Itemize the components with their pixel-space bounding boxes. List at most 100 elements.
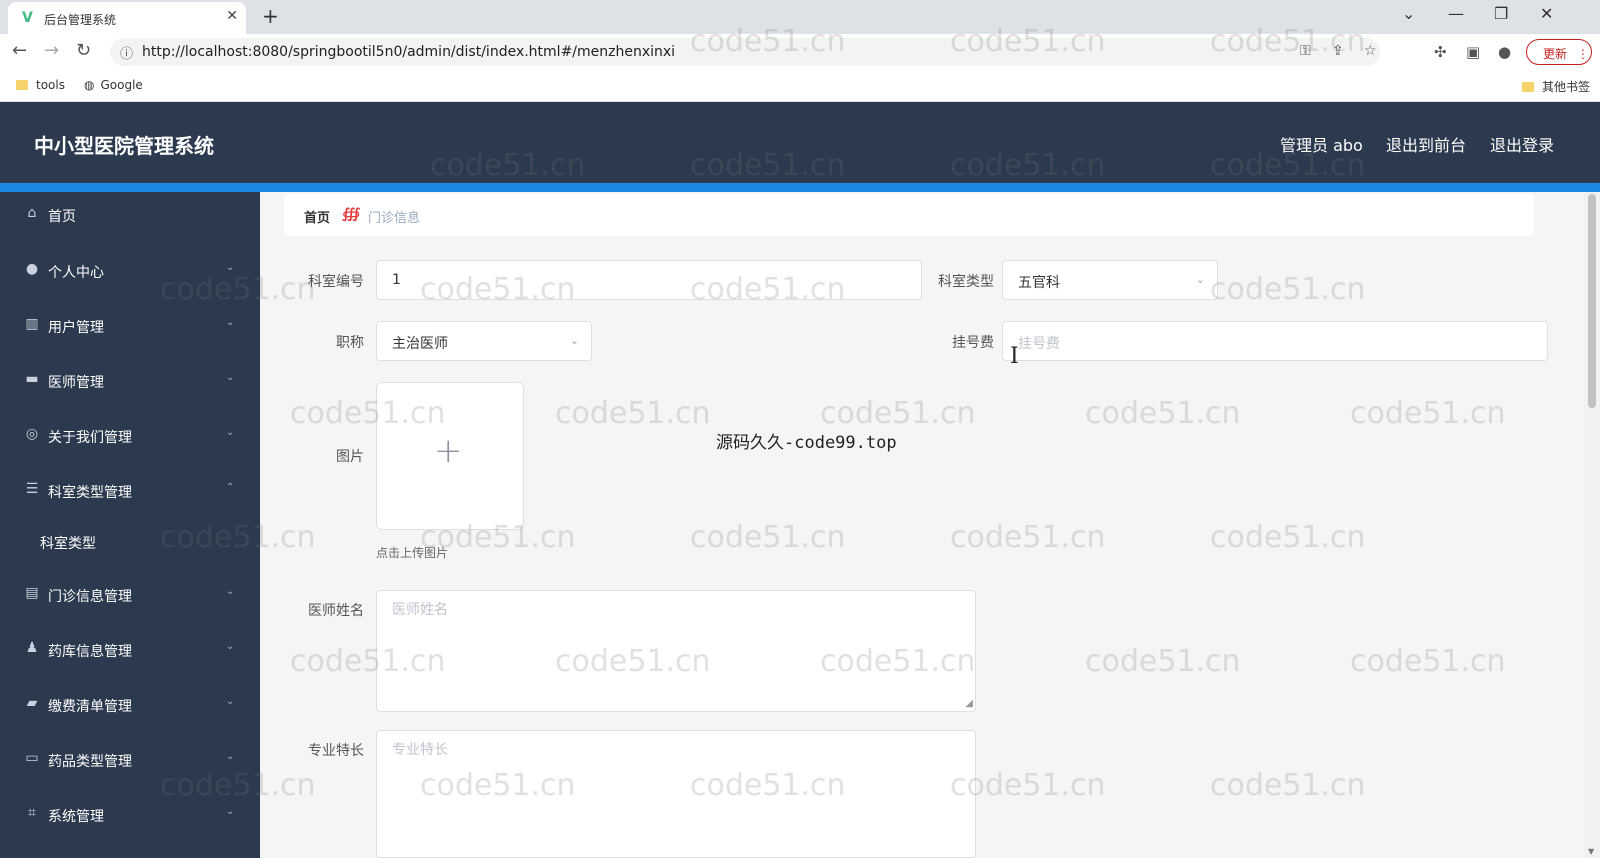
sidebar-item-dept-type-management[interactable]: ☰ 科室类型管理 ⌃	[0, 468, 260, 516]
chevron-down-icon: ⌄	[226, 751, 235, 762]
title-value: 主治医师	[392, 336, 448, 352]
other-bookmarks[interactable]: 其他书签	[1522, 78, 1590, 95]
monitor-icon: ▭	[25, 750, 39, 766]
minimize-icon[interactable]: —	[1448, 4, 1464, 23]
sidebar-item-about-us[interactable]: ◎ 关于我们管理 ⌄	[0, 413, 260, 461]
dept-type-select[interactable]: 五官科 ⌄	[1002, 260, 1218, 300]
chevron-down-icon: ⌄	[226, 696, 235, 707]
breadcrumb: 首页 ∰ 门诊信息	[284, 194, 1534, 236]
sidebar-item-label: 关于我们管理	[48, 430, 132, 446]
dept-no-label: 科室编号	[308, 274, 364, 290]
app-header: 中小型医院管理系统 管理员 abo 退出到前台 退出登录	[0, 102, 1600, 183]
sidebar-item-label: 首页	[48, 209, 76, 225]
doctor-name-textarea[interactable]: 医师姓名 ◢	[376, 590, 976, 712]
specialty-label: 专业特长	[308, 743, 364, 759]
image-upload-box[interactable]: +	[376, 382, 524, 530]
sidebar-item-pharmacy-management[interactable]: ♟ 药库信息管理 ⌄	[0, 627, 260, 675]
scroll-down-icon[interactable]: ▼	[1588, 847, 1594, 856]
extensions-icon[interactable]: ✣	[1434, 43, 1447, 61]
back-to-frontend-link[interactable]: 退出到前台	[1386, 132, 1466, 156]
specialty-placeholder: 专业特长	[392, 742, 448, 758]
tab-search-icon[interactable]: ⌄	[1402, 4, 1415, 23]
chart-icon: ▥	[25, 316, 39, 332]
restore-icon[interactable]: ❐	[1494, 4, 1508, 23]
chevron-down-icon: ⌄	[226, 262, 235, 273]
resize-handle-icon[interactable]: ◢	[965, 698, 973, 709]
chevron-up-icon: ⌃	[226, 482, 235, 493]
info-icon[interactable]: ⓘ	[120, 43, 133, 62]
reload-icon[interactable]: ↻	[76, 40, 91, 61]
key-icon[interactable]: ⚿	[1300, 43, 1311, 59]
fee-label: 挂号费	[952, 335, 994, 351]
update-button[interactable]: 更新 ⋮	[1526, 39, 1592, 65]
bookmark-label: 其他书签	[1542, 80, 1591, 94]
admin-user-link[interactable]: 管理员 abo	[1280, 132, 1363, 156]
specialty-textarea[interactable]: 专业特长	[376, 730, 976, 858]
window-close-icon[interactable]: ✕	[1540, 4, 1553, 23]
sidebar-item-drug-type-management[interactable]: ▭ 药品类型管理 ⌄	[0, 737, 260, 785]
new-tab-button[interactable]: +	[262, 4, 279, 28]
side-panel-icon[interactable]: ▣	[1466, 43, 1480, 61]
chevron-down-icon: ⌄	[569, 334, 579, 347]
tab-title: 后台管理系统	[44, 13, 117, 27]
message-icon: ▰	[26, 695, 38, 711]
sidebar-item-label: 药库信息管理	[48, 644, 132, 660]
update-label: 更新	[1543, 47, 1568, 61]
sidebar-item-system-management[interactable]: ⌗ 系统管理 ⌄	[0, 792, 260, 840]
upload-tip: 点击上传图片	[376, 546, 449, 560]
breadcrumb-home[interactable]: 首页	[304, 207, 330, 226]
vue-logo-icon: V	[22, 10, 33, 26]
url-input[interactable]: ⓘ http://localhost:8080/springbootil5n0/…	[110, 38, 1380, 66]
bookmark-google[interactable]: ◍ Google	[84, 78, 143, 92]
doctor-name-placeholder: 医师姓名	[392, 602, 448, 618]
folder-icon	[1522, 82, 1534, 92]
forward-icon[interactable]: →	[44, 40, 59, 61]
sidebar-item-outpatient-management[interactable]: ▤ 门诊信息管理 ⌄	[0, 572, 260, 620]
profile-icon[interactable]: ●	[1498, 43, 1511, 61]
compass-icon: ◎	[25, 426, 39, 442]
bookmark-label: tools	[36, 78, 65, 92]
browser-tab[interactable]: V 后台管理系统 ✕	[8, 2, 246, 34]
back-icon[interactable]: ←	[12, 40, 27, 61]
doctor-name-label: 医师姓名	[308, 603, 364, 619]
text-cursor-icon: I	[1010, 344, 1019, 369]
sidebar-item-label: 缴费清单管理	[48, 699, 132, 715]
image-label: 图片	[336, 449, 364, 465]
clipboard-icon: ▤	[25, 585, 39, 601]
more-menu-icon[interactable]: ⋮	[1577, 47, 1589, 61]
breadcrumb-separator-icon: ∰	[342, 206, 361, 222]
scrollbar-thumb[interactable]	[1588, 194, 1596, 408]
share-icon[interactable]: ⇪	[1332, 43, 1344, 59]
address-bar-row: ← → ↻ ⓘ http://localhost:8080/springboot…	[0, 34, 1600, 70]
browser-tab-bar: V 后台管理系统 ✕ + ⌄ — ❐ ✕	[0, 0, 1600, 34]
breadcrumb-current: 门诊信息	[368, 211, 421, 226]
sidebar-item-doctor-management[interactable]: ▬ 医师管理 ⌄	[0, 358, 260, 406]
chevron-down-icon: ⌄	[226, 317, 235, 328]
dept-no-input[interactable]: 1	[376, 260, 922, 300]
close-icon[interactable]: ✕	[226, 8, 238, 24]
dept-no-value: 1	[392, 272, 401, 288]
sidebar-item-payment-management[interactable]: ▰ 缴费清单管理 ⌄	[0, 682, 260, 730]
sidebar-item-personal-center[interactable]: ● 个人中心 ⌄	[0, 248, 260, 296]
url-text: http://localhost:8080/springbootil5n0/ad…	[142, 44, 676, 60]
chevron-down-icon: ⌄	[226, 586, 235, 597]
fee-input[interactable]: 挂号费	[1002, 321, 1548, 361]
sidebar-item-user-management[interactable]: ▥ 用户管理 ⌄	[0, 303, 260, 351]
chevron-down-icon: ⌄	[226, 806, 235, 817]
bookmark-tools[interactable]: tools	[16, 78, 65, 92]
briefcase-icon: ▬	[25, 371, 39, 387]
crop-icon: ⌗	[28, 805, 36, 821]
star-icon[interactable]: ☆	[1364, 43, 1377, 59]
sidebar-item-label: 科室类型	[40, 536, 96, 552]
person-icon: ♟	[25, 640, 39, 656]
accent-strip	[0, 183, 1600, 192]
title-select[interactable]: 主治医师 ⌄	[376, 321, 592, 361]
sidebar-item-home[interactable]: ⌂ 首页	[0, 192, 260, 240]
page-scrollbar[interactable]: ▼	[1584, 192, 1600, 858]
sidebar-subitem-dept-type[interactable]: 科室类型	[0, 519, 260, 567]
sidebar-item-label: 用户管理	[48, 320, 104, 336]
dept-type-value: 五官科	[1018, 275, 1060, 291]
logout-link[interactable]: 退出登录	[1490, 132, 1554, 156]
fee-placeholder: 挂号费	[1018, 336, 1060, 352]
plus-icon: +	[434, 431, 463, 471]
